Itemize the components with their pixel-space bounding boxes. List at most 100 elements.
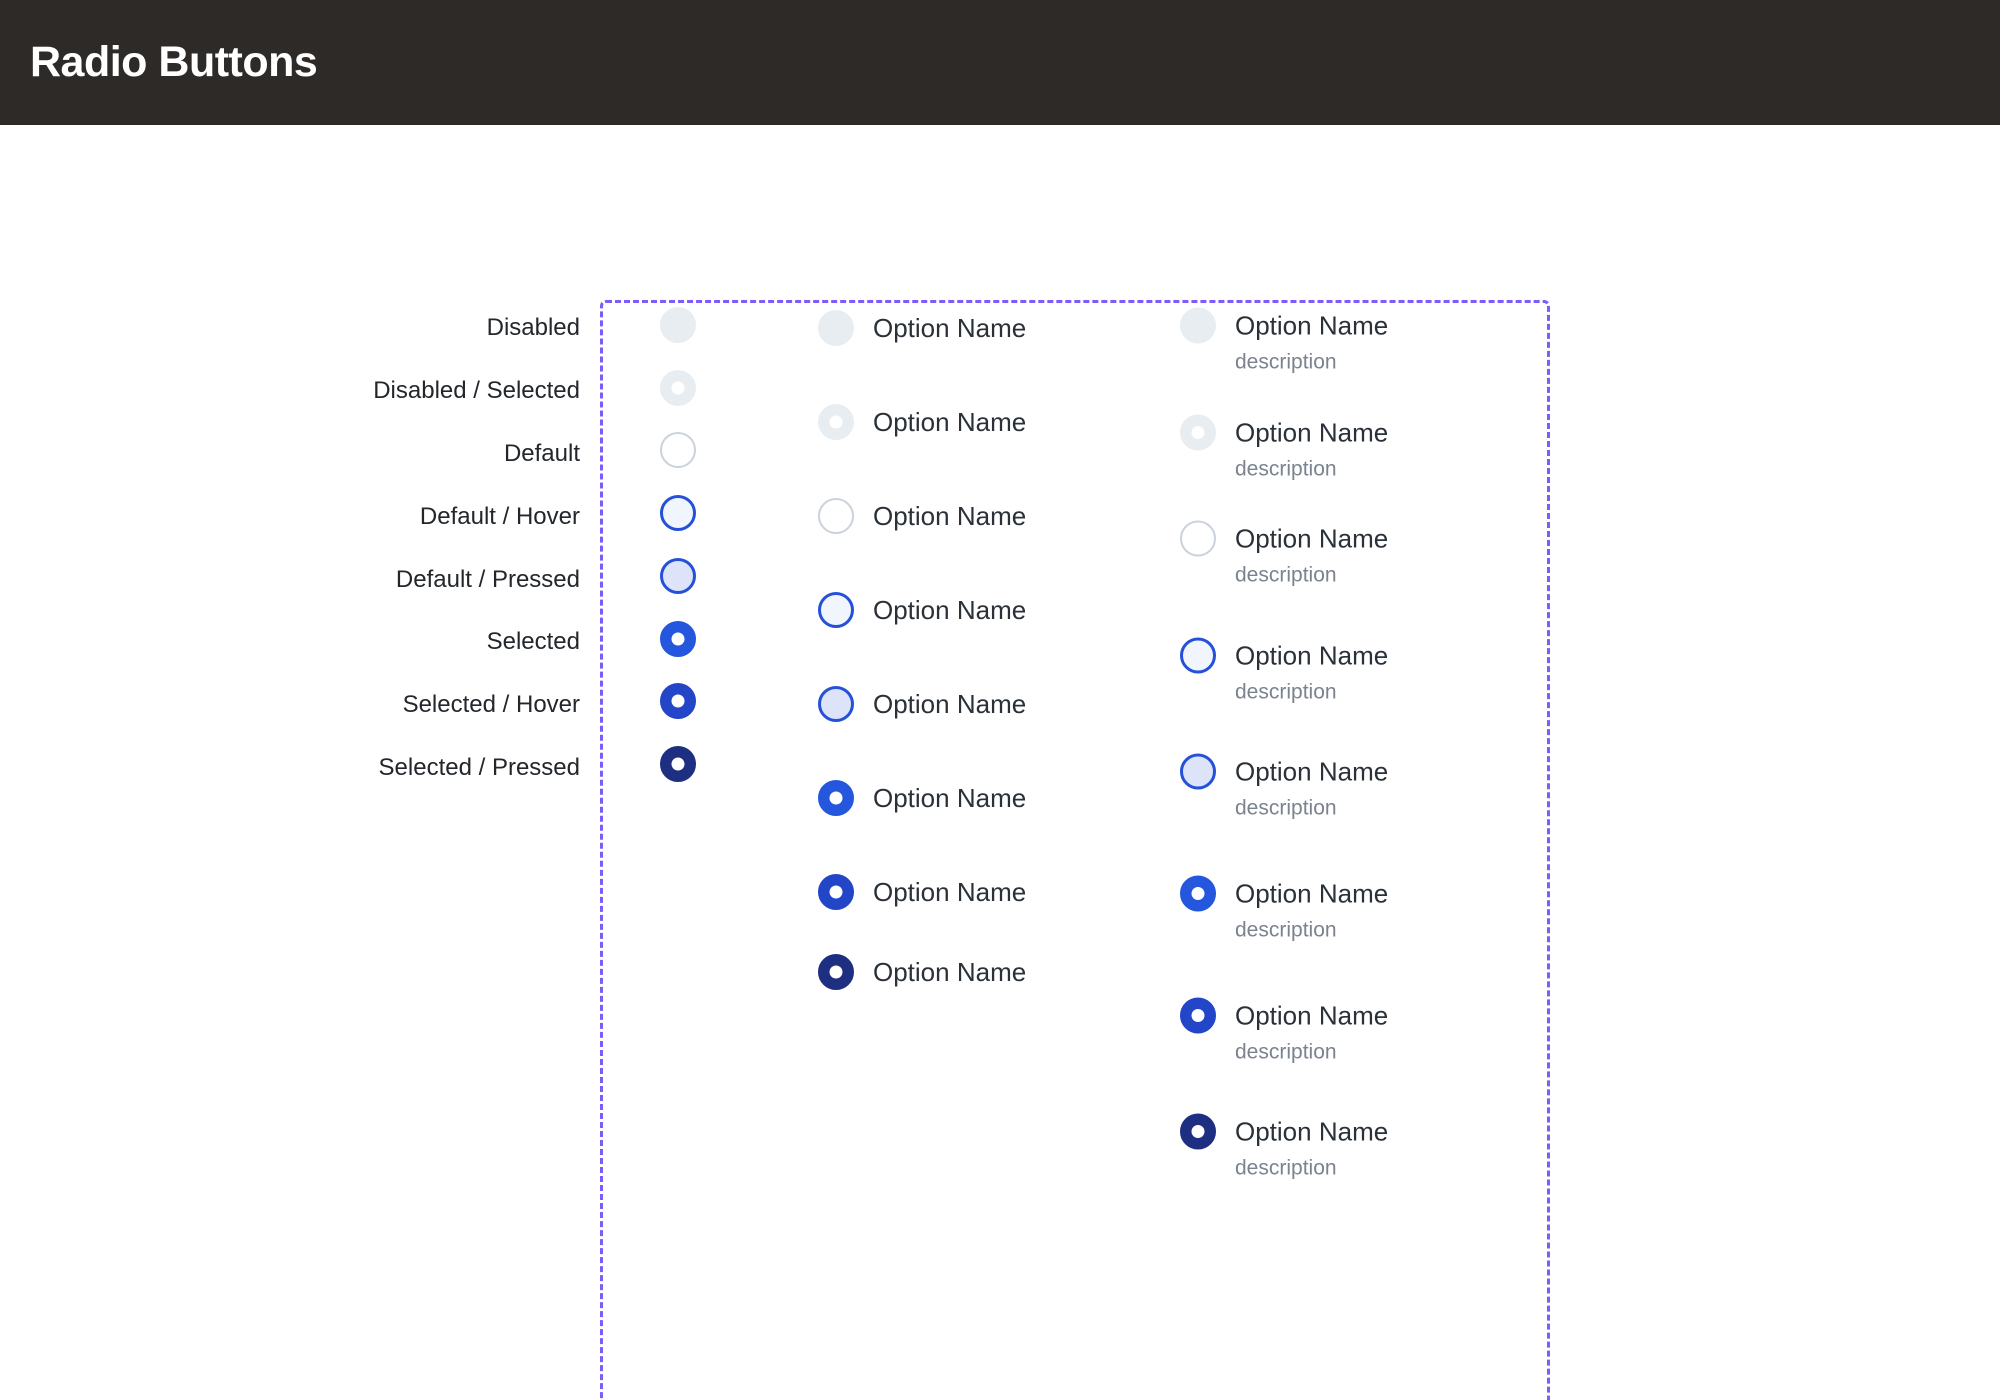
page-title: Radio Buttons: [30, 38, 318, 86]
radio-row-default-pressed[interactable]: [660, 558, 696, 594]
radio-disabled-icon: [818, 310, 854, 346]
option-text-group: Option Name description: [1235, 754, 1388, 819]
radio-default-hover-icon[interactable]: [660, 495, 696, 531]
option-text-group: Option Name description: [1235, 308, 1388, 373]
option-name-label: Option Name: [873, 877, 1027, 907]
option-name-label: Option Name: [873, 407, 1027, 437]
radio-inner-dot: [1191, 887, 1205, 900]
radio-row-selected-pressed[interactable]: Option Name description: [1180, 1113, 1388, 1179]
radio-inner-dot: [671, 381, 685, 395]
option-text-group: Option Name description: [1235, 521, 1388, 586]
state-label-selected-hover: Selected / Hover: [402, 691, 580, 718]
option-text-group: Option Name: [873, 404, 1026, 440]
radio-row-selected-hover[interactable]: [660, 683, 696, 719]
radio-row-selected-hover[interactable]: Option Name description: [1180, 997, 1388, 1063]
radio-inner-dot: [671, 694, 685, 708]
radio-row-default[interactable]: [660, 432, 696, 468]
option-name-label: Option Name: [873, 783, 1027, 813]
option-description-label: description: [1235, 563, 1337, 587]
radio-row-default-hover[interactable]: Option Name: [818, 592, 1026, 628]
option-text-group: Option Name: [873, 874, 1026, 910]
state-label-disabled: Disabled: [486, 314, 580, 341]
radio-default-icon[interactable]: [818, 498, 854, 534]
option-name-label: Option Name: [1235, 878, 1389, 909]
radio-row-default-pressed[interactable]: Option Name description: [1180, 753, 1388, 819]
radio-row-selected-pressed[interactable]: [660, 746, 696, 782]
radio-row-default-hover[interactable]: Option Name description: [1180, 637, 1389, 704]
radio-selected-hover-icon[interactable]: [818, 874, 854, 910]
radio-disabled-icon: [1180, 307, 1216, 344]
radio-inner-dot: [671, 757, 685, 771]
radio-row-disabled: Option Name description: [1180, 307, 1388, 373]
radio-selected-hover-icon[interactable]: [660, 683, 696, 719]
option-name-label: Option Name: [1235, 523, 1389, 554]
option-name-label: Option Name: [873, 957, 1027, 987]
radio-selected-hover-icon[interactable]: [1180, 997, 1216, 1034]
option-name-label: Option Name: [1235, 1000, 1389, 1031]
radio-row-disabled-selected: Option Name: [818, 404, 1026, 440]
app-header: Radio Buttons: [0, 0, 2000, 125]
option-text-group: Option Name description: [1235, 876, 1388, 941]
radio-inner-dot: [1191, 1009, 1205, 1022]
radio-default-icon[interactable]: [660, 432, 696, 468]
radio-row-default-pressed[interactable]: Option Name: [818, 686, 1026, 722]
state-label-selected: Selected: [486, 628, 580, 655]
radio-disabled-icon: [660, 307, 696, 343]
state-label-default-pressed: Default / Pressed: [395, 566, 580, 593]
option-text-group: Option Name description: [1235, 998, 1388, 1063]
radio-row-disabled-selected: Option Name description: [1180, 414, 1388, 480]
option-description-label: description: [1235, 1156, 1337, 1180]
radio-default-pressed-icon[interactable]: [1180, 753, 1216, 790]
radio-row-selected-pressed[interactable]: Option Name: [818, 954, 1026, 990]
radio-inner-dot: [829, 791, 843, 805]
radio-row-default[interactable]: Option Name: [818, 498, 1026, 534]
radio-inner-dot: [829, 965, 843, 979]
radio-disabled-selected-icon: [660, 370, 696, 406]
radio-selected-icon[interactable]: [1180, 875, 1216, 912]
radio-row-selected[interactable]: Option Name: [818, 780, 1026, 816]
radio-row-disabled-selected: [660, 370, 696, 406]
radio-default-icon[interactable]: [1180, 520, 1216, 557]
radio-inner-dot: [829, 885, 843, 899]
radio-selected-pressed-icon[interactable]: [1180, 1113, 1216, 1150]
option-description-label: description: [1235, 457, 1337, 481]
option-description-label: description: [1235, 918, 1337, 942]
radio-default-hover-icon[interactable]: [818, 592, 854, 628]
radio-inner-dot: [829, 415, 843, 429]
radio-selected-icon[interactable]: [818, 780, 854, 816]
radio-disabled-selected-icon: [818, 404, 854, 440]
state-label-default: Default: [503, 440, 580, 467]
option-name-label: Option Name: [873, 595, 1027, 625]
option-description-label: description: [1235, 680, 1337, 704]
option-name-label: Option Name: [1235, 417, 1389, 448]
radio-row-selected[interactable]: [660, 621, 696, 657]
radio-row-default-hover[interactable]: [660, 495, 696, 531]
option-text-group: Option Name: [873, 498, 1026, 534]
radio-row-default[interactable]: Option Name description: [1180, 520, 1388, 586]
radio-selected-icon[interactable]: [660, 621, 696, 657]
radio-row-selected[interactable]: Option Name description: [1180, 875, 1388, 941]
radio-inner-dot: [1191, 426, 1205, 439]
option-text-group: Option Name: [873, 592, 1026, 628]
option-text-group: Option Name description: [1235, 415, 1388, 480]
option-name-label: Option Name: [1235, 1116, 1389, 1147]
option-name-label: Option Name: [873, 313, 1027, 343]
radio-inner-dot: [1191, 1125, 1205, 1138]
option-name-label: Option Name: [873, 501, 1027, 531]
option-description-label: description: [1235, 1040, 1337, 1064]
option-text-group: Option Name: [873, 780, 1026, 816]
option-text-group: Option Name description: [1235, 1114, 1388, 1179]
radio-selected-pressed-icon[interactable]: [818, 954, 854, 990]
radio-row-selected-hover[interactable]: Option Name: [818, 874, 1026, 910]
option-text-group: Option Name: [873, 954, 1026, 990]
state-label-default-hover: Default / Hover: [419, 503, 580, 530]
option-description-label: description: [1235, 350, 1337, 374]
radio-row-disabled: [660, 307, 696, 343]
radio-selected-pressed-icon[interactable]: [660, 746, 696, 782]
option-name-label: Option Name: [1235, 640, 1389, 671]
option-text-group: Option Name: [873, 686, 1026, 722]
radio-disabled-selected-icon: [1180, 414, 1216, 451]
radio-default-pressed-icon[interactable]: [818, 686, 854, 722]
radio-default-pressed-icon[interactable]: [660, 558, 696, 594]
radio-default-hover-icon[interactable]: [1180, 637, 1216, 674]
